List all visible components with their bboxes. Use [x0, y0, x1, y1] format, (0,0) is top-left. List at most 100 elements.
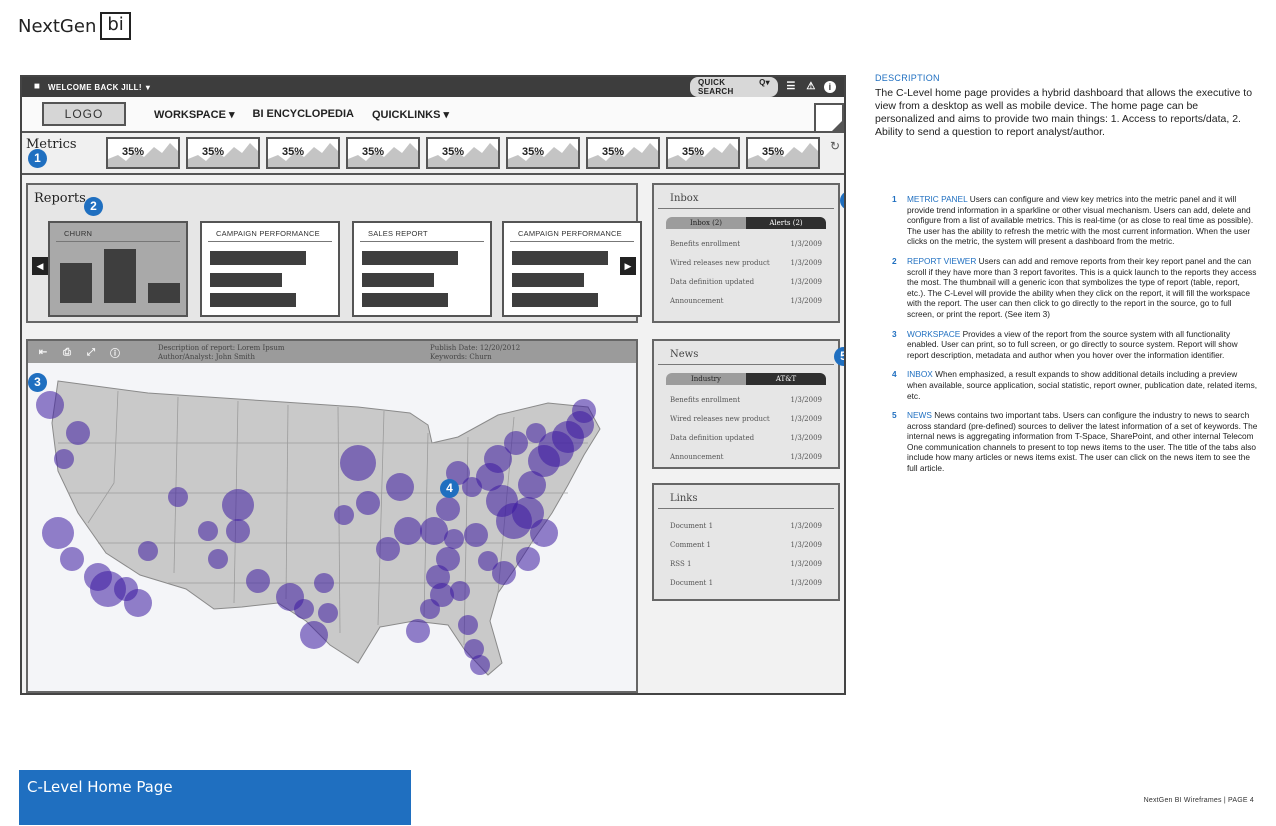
news-item[interactable]: Data definition updated 1/3/2009	[654, 429, 838, 448]
report-thumb-bar	[362, 251, 458, 265]
map-bubble[interactable]	[198, 521, 218, 541]
fullscreen-icon[interactable]: ⤢	[84, 347, 98, 358]
metric-tile[interactable]: 35%	[746, 137, 820, 169]
map-bubble[interactable]	[60, 547, 84, 571]
nav-quicklinks[interactable]: QUICKLINKS ▾	[372, 108, 449, 121]
info-icon[interactable]: ⓘ	[108, 345, 122, 360]
scroll-left-button[interactable]: ◀	[32, 257, 48, 275]
metric-value: 35%	[602, 146, 625, 158]
scroll-right-button[interactable]: ▶	[620, 257, 636, 275]
page-title: C-Level Home Page	[27, 778, 173, 796]
chevron-down-icon: ▾	[145, 82, 151, 92]
map-svg	[36, 380, 601, 676]
refresh-icon[interactable]: ↻	[830, 139, 840, 153]
map-bubble[interactable]	[168, 487, 188, 507]
tab-industry[interactable]: Industry	[666, 373, 746, 385]
nav-bi-encyclopedia[interactable]: BI ENCYCLOPEDIA	[253, 108, 354, 121]
map-bubble[interactable]	[124, 589, 152, 617]
map-bubble[interactable]	[246, 569, 270, 593]
print-icon[interactable]: ⎙	[60, 347, 74, 358]
map-bubble[interactable]	[526, 423, 546, 443]
map-bubble[interactable]	[314, 573, 334, 593]
link-item[interactable]: Document 1 1/3/2009	[654, 517, 838, 536]
item-date: 1/3/2009	[790, 434, 822, 442]
link-item[interactable]: Document 1 1/3/2009	[654, 574, 838, 593]
metric-tile[interactable]: 35%	[266, 137, 340, 169]
map-bubble[interactable]	[394, 517, 422, 545]
map-bubble[interactable]	[54, 449, 74, 469]
inbox-item[interactable]: Announcement 1/3/2009	[654, 292, 838, 311]
map-bubble[interactable]	[42, 517, 74, 549]
metric-tile[interactable]: 35%	[106, 137, 180, 169]
note-keyword: INBOX	[907, 369, 933, 380]
report-card-campaign[interactable]: CAMPAIGN PERFORMANCE	[200, 221, 340, 317]
map-bubble[interactable]	[36, 391, 64, 419]
item-label: Benefits enrollment	[670, 396, 741, 404]
map-bubble[interactable]	[478, 551, 498, 571]
map-bubble[interactable]	[386, 473, 414, 501]
map-bubble[interactable]	[430, 583, 454, 607]
map-bubble[interactable]	[300, 621, 328, 649]
metric-tile[interactable]: 35%	[586, 137, 660, 169]
tab-inbox[interactable]: Inbox (2)	[666, 217, 746, 229]
map-bubble[interactable]	[504, 431, 528, 455]
tab-alerts[interactable]: Alerts (2)	[746, 217, 826, 229]
map-bubble[interactable]	[470, 655, 490, 675]
report-card-churn[interactable]: CHURN	[48, 221, 188, 317]
metric-tile[interactable]: 35%	[666, 137, 740, 169]
news-item[interactable]: Announcement 1/3/2009	[654, 448, 838, 467]
report-card-sales[interactable]: SALES REPORT	[352, 221, 492, 317]
tab-att[interactable]: AT&T	[746, 373, 826, 385]
us-bubble-map[interactable]	[28, 363, 636, 691]
map-bubble[interactable]	[340, 445, 376, 481]
report-card-title: SALES REPORT	[360, 223, 484, 242]
inbox-item[interactable]: Wired releases new product 1/3/2009	[654, 254, 838, 273]
report-publish-date: Publish Date: 12/20/2012	[430, 344, 521, 352]
map-bubble[interactable]	[530, 519, 558, 547]
report-card-title: CAMPAIGN PERFORMANCE	[208, 223, 332, 242]
report-thumb-bar	[104, 249, 136, 303]
map-bubble[interactable]	[356, 491, 380, 515]
metric-tile[interactable]: 35%	[186, 137, 260, 169]
metric-tile[interactable]: 35%	[346, 137, 420, 169]
map-bubble[interactable]	[318, 603, 338, 623]
item-date: 1/3/2009	[790, 453, 822, 461]
logo-placeholder[interactable]: LOGO	[42, 102, 126, 126]
welcome-menu[interactable]: ■ WELCOME BACK JILL! ▾	[30, 80, 150, 94]
news-item[interactable]: Benefits enrollment 1/3/2009	[654, 391, 838, 410]
nav-workspace[interactable]: WORKSPACE ▾	[154, 108, 235, 121]
metric-tile[interactable]: 35%	[506, 137, 580, 169]
report-author[interactable]: Author/Analyst: John Smith	[158, 353, 285, 362]
layers-icon[interactable]: ☰	[784, 80, 798, 94]
map-bubble[interactable]	[464, 523, 488, 547]
map-bubble[interactable]	[516, 547, 540, 571]
item-label: Data definition updated	[670, 434, 755, 442]
map-bubble[interactable]	[222, 489, 254, 521]
news-item[interactable]: Wired releases new product 1/3/2009	[654, 410, 838, 429]
report-thumb-bar	[210, 251, 306, 265]
inbox-item[interactable]: Benefits enrollment 1/3/2009	[654, 235, 838, 254]
map-bubble[interactable]	[138, 541, 158, 561]
map-bubble[interactable]	[420, 517, 448, 545]
map-bubble[interactable]	[444, 529, 464, 549]
map-bubble[interactable]	[406, 619, 430, 643]
map-bubble[interactable]	[458, 615, 478, 635]
map-bubble[interactable]	[572, 399, 596, 423]
alert-icon[interactable]: ⚠	[804, 80, 818, 94]
go-to-source-icon[interactable]: ⇤	[36, 347, 50, 358]
map-bubble[interactable]	[294, 599, 314, 619]
inbox-item[interactable]: Data definition updated 1/3/2009	[654, 273, 838, 292]
map-bubble[interactable]	[226, 519, 250, 543]
map-bubble[interactable]	[436, 497, 460, 521]
map-bubble[interactable]	[208, 549, 228, 569]
quick-search-input[interactable]: QUICK SEARCH Q▾	[690, 77, 778, 97]
reports-title: Reports	[34, 191, 86, 206]
metric-tile[interactable]: 35%	[426, 137, 500, 169]
link-item[interactable]: RSS 1 1/3/2009	[654, 555, 838, 574]
map-bubble[interactable]	[334, 505, 354, 525]
map-bubble[interactable]	[376, 537, 400, 561]
note-item: 5 NEWS News contains two important tabs.…	[892, 410, 1258, 474]
map-bubble[interactable]	[66, 421, 90, 445]
info-icon[interactable]: i	[824, 81, 836, 93]
link-item[interactable]: Comment 1 1/3/2009	[654, 536, 838, 555]
